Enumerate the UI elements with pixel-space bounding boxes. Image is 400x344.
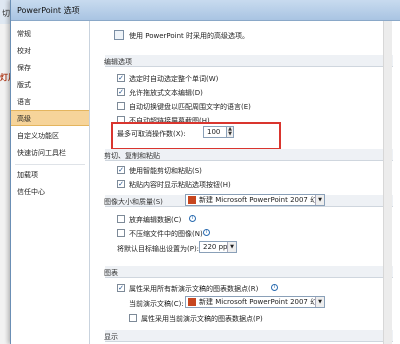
- section-label-editing: 编辑选项: [104, 58, 132, 66]
- options-content: 使用 PowerPoint 时采用的高级选项。 编辑选项 选定时自动选定整个单词…: [93, 21, 393, 344]
- options-dialog: PowerPoint 选项 常规 校对 保存 版式 语言 高级 自定义功能区 快…: [10, 0, 400, 344]
- intro-text: 使用 PowerPoint 时采用的高级选项。: [129, 32, 249, 40]
- section-label-image: 图像大小和质量(S): [104, 198, 163, 206]
- image-file-select[interactable]: 新建 Microsoft PowerPoint 2007 幻灯片 ▼: [185, 194, 325, 206]
- checkbox-chart-current-presentation[interactable]: [129, 314, 137, 322]
- chart-file-value: 新建 Microsoft PowerPoint 2007 幻灯片: [199, 298, 325, 306]
- sidebar-item-save[interactable]: 保存: [11, 60, 89, 76]
- undo-count-spinner[interactable]: ▲ ▼: [227, 126, 234, 138]
- info-icon: i: [189, 215, 196, 222]
- section-label-display: 显示: [104, 333, 118, 341]
- section-label-chart: 图表: [104, 269, 118, 277]
- sidebar-item-trust-center[interactable]: 信任中心: [11, 184, 89, 200]
- spin-down-icon[interactable]: ▼: [227, 132, 233, 137]
- option-label: 属性采用所有新演示文稿的图表数据点(R): [129, 285, 259, 293]
- target-output-label: 将默认目标输出设置为(P):: [117, 245, 200, 253]
- chart-file-select[interactable]: 新建 Microsoft PowerPoint 2007 幻灯片 ▼: [185, 296, 325, 308]
- section-label-clipboard: 剪切、复制和粘贴: [104, 152, 160, 160]
- undo-count-input[interactable]: 100: [203, 126, 227, 138]
- section-header-chart: [105, 266, 393, 278]
- section-header-editing: [105, 55, 393, 67]
- checkbox-drag-drop-text[interactable]: [117, 88, 125, 96]
- options-icon: [114, 30, 124, 40]
- content-scrollbar[interactable]: [383, 21, 392, 344]
- chevron-down-icon[interactable]: ▼: [315, 297, 324, 307]
- current-presentation-label: 当前演示文稿(C):: [129, 300, 184, 308]
- option-label: 放弃编辑数据(C): [129, 216, 182, 224]
- sidebar-item-layout[interactable]: 版式: [11, 77, 89, 93]
- chevron-down-icon[interactable]: ▼: [227, 242, 236, 252]
- dialog-titlebar: PowerPoint 选项: [11, 0, 400, 21]
- option-label: 允许拖放式文本编辑(D): [129, 89, 203, 97]
- powerpoint-file-icon: [188, 298, 196, 306]
- checkbox-show-paste-options[interactable]: [117, 180, 125, 188]
- checkbox-no-compress-images[interactable]: [117, 229, 125, 237]
- sidebar-item-language[interactable]: 语言: [11, 94, 89, 110]
- option-label: 自动切换键盘以匹配周围文字的语言(E): [129, 103, 251, 111]
- chevron-down-icon[interactable]: ▼: [315, 195, 324, 205]
- option-label: 选定时自动选定整个单词(W): [129, 75, 219, 83]
- option-label: 不压缩文件中的图像(N): [129, 230, 203, 238]
- undo-count-label: 最多可取消操作数(X):: [117, 130, 186, 138]
- option-label: 粘贴内容时显示粘贴选项按钮(H): [129, 181, 231, 189]
- sidebar-item-quick-access-toolbar[interactable]: 快速访问工具栏: [11, 145, 89, 161]
- target-output-value: 220 ppi: [203, 243, 230, 251]
- dialog-title: PowerPoint 选项: [17, 6, 80, 15]
- option-label: 属性采用当前演示文稿的图表数据点(P): [141, 315, 263, 323]
- sidebar-item-advanced[interactable]: 高级: [11, 110, 89, 126]
- target-output-select[interactable]: 220 ppi ▼: [199, 241, 237, 253]
- checkbox-select-whole-word[interactable]: [117, 74, 125, 82]
- checkbox-discard-edit-data[interactable]: [117, 215, 125, 223]
- powerpoint-file-icon: [188, 196, 196, 204]
- checkbox-smart-cut-paste[interactable]: [117, 166, 125, 174]
- section-header-display: [105, 330, 393, 342]
- sidebar-divider: [15, 164, 85, 165]
- info-icon: i: [203, 229, 210, 236]
- checkbox-chart-all-presentations[interactable]: [117, 284, 125, 292]
- checkbox-auto-keyboard-language[interactable]: [117, 102, 125, 110]
- sidebar-item-general[interactable]: 常规: [11, 26, 89, 42]
- sidebar-item-addins[interactable]: 加载项: [11, 167, 89, 183]
- option-label: 使用智能剪切和粘贴(S): [129, 167, 202, 175]
- options-sidebar: 常规 校对 保存 版式 语言 高级 自定义功能区 快速访问工具栏 加载项 信任中…: [11, 21, 90, 344]
- image-file-value: 新建 Microsoft PowerPoint 2007 幻灯片: [199, 196, 325, 204]
- info-icon: i: [271, 284, 278, 291]
- sidebar-item-proofing[interactable]: 校对: [11, 43, 89, 59]
- sidebar-item-customize-ribbon[interactable]: 自定义功能区: [11, 128, 89, 144]
